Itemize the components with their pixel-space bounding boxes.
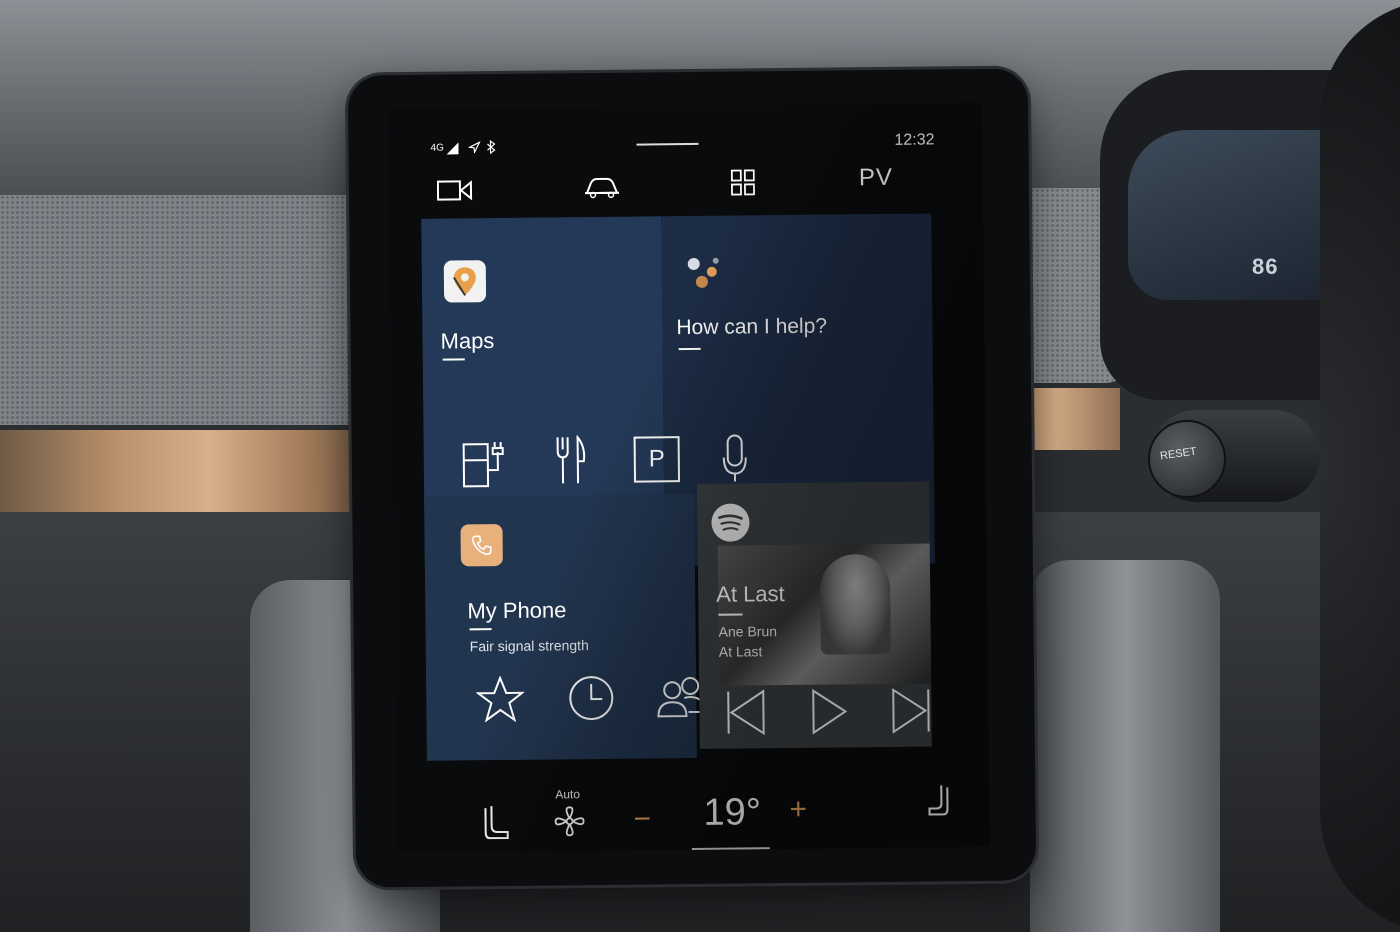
- previous-track-icon[interactable]: [725, 689, 765, 736]
- phone-title-underline: [469, 628, 492, 631]
- status-bar: 4G 12:32: [388, 103, 982, 155]
- track-artist: Ane Brun: [718, 623, 778, 640]
- temperature-increase-button[interactable]: +: [789, 793, 807, 827]
- fan-mode-label: Auto: [555, 787, 581, 802]
- cluster-readout: 86: [1252, 254, 1279, 279]
- maps-app-icon[interactable]: [443, 260, 487, 303]
- assistant-prompt-underline: [678, 347, 701, 351]
- center-console-right: [1030, 560, 1220, 932]
- track-title-underline: [718, 613, 743, 616]
- google-assistant-icon: [686, 256, 726, 290]
- spotify-logo-icon: [711, 503, 750, 542]
- next-track-icon[interactable]: [891, 688, 931, 734]
- camera-icon[interactable]: [436, 178, 473, 202]
- location-arrow-icon: [468, 141, 481, 154]
- app-grid-icon[interactable]: [730, 169, 755, 196]
- clock: 12:32: [894, 131, 935, 149]
- assistant-prompt: How can I help?: [676, 314, 828, 340]
- profile-button[interactable]: PV: [859, 164, 893, 192]
- favorites-star-icon[interactable]: [476, 675, 525, 723]
- network-indicator: 4G: [430, 142, 444, 154]
- notification-handle[interactable]: [636, 142, 699, 146]
- phone-title: My Phone: [467, 597, 567, 624]
- track-title: At Last: [716, 581, 785, 607]
- wood-trim-left: [0, 430, 380, 512]
- climate-bar: Auto − 19° +: [394, 754, 990, 854]
- play-icon[interactable]: [811, 688, 848, 735]
- driver-seat-heat-icon[interactable]: [483, 804, 509, 842]
- maps-title: Maps: [440, 328, 495, 354]
- center-display-device: 4G 12:32 PV Maps How can I help? P My Ph…: [347, 68, 1037, 888]
- phone-app-icon[interactable]: [460, 523, 503, 567]
- home-handle[interactable]: [691, 847, 770, 851]
- microphone-icon[interactable]: [722, 433, 749, 483]
- temperature-decrease-button[interactable]: −: [633, 802, 651, 836]
- parking-letter: P: [648, 445, 665, 473]
- phone-card[interactable]: My Phone Fair signal strength: [424, 493, 708, 797]
- temperature-value: 19°: [703, 791, 762, 834]
- infotainment-screen: 4G 12:32 PV Maps How can I help? P My Ph…: [388, 102, 990, 854]
- car-icon[interactable]: [583, 173, 621, 203]
- passenger-seat-heat-icon[interactable]: [927, 783, 949, 817]
- album-art-figure: [819, 553, 891, 655]
- recent-calls-clock-icon[interactable]: [568, 675, 614, 721]
- steering-wheel: [1320, 0, 1400, 932]
- signal-icon: [446, 142, 459, 155]
- speaker-grille-left: [0, 195, 380, 425]
- track-album: At Last: [718, 643, 763, 660]
- parking-icon[interactable]: P: [633, 436, 681, 483]
- restaurant-icon[interactable]: [554, 435, 589, 485]
- spotify-card[interactable]: At Last Ane Brun At Last: [697, 481, 932, 749]
- phone-signal-status: Fair signal strength: [469, 637, 589, 655]
- maps-title-underline: [442, 358, 465, 361]
- instrument-cluster-display: [1128, 130, 1338, 300]
- bluetooth-icon: [486, 140, 496, 155]
- fan-icon[interactable]: [553, 805, 585, 837]
- charging-station-icon[interactable]: [462, 438, 509, 488]
